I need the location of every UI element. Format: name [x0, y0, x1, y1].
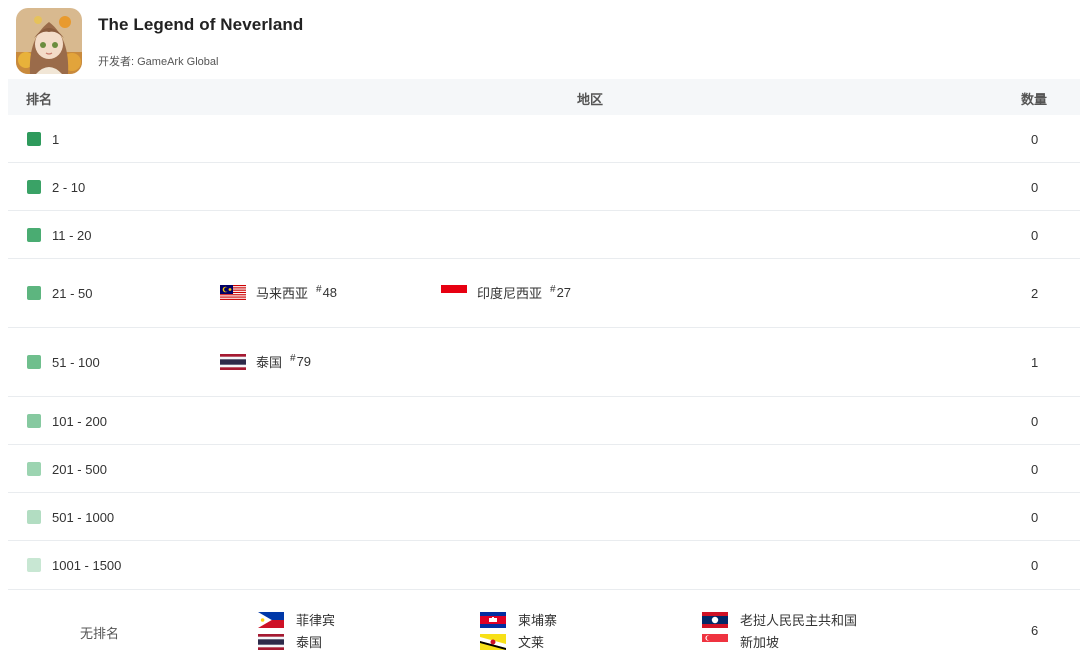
rank-label: 201 - 500: [52, 462, 107, 477]
cambodia-flag-icon: [480, 611, 506, 628]
brunei-flag-icon: [480, 633, 506, 650]
region-item-philippines[interactable]: 菲律宾: [258, 610, 335, 629]
column-header-rank: 排名: [26, 92, 53, 107]
developer-label: 开发者:: [98, 56, 135, 68]
laos-flag-icon: [702, 611, 728, 628]
region-name: 泰国: [256, 355, 283, 370]
row-count: 0: [1031, 132, 1039, 147]
region-name: 文莱: [518, 635, 545, 650]
row-count: 0: [1031, 558, 1039, 573]
thailand-flag-icon: [258, 633, 284, 650]
region-name: 菲律宾: [296, 613, 336, 628]
region-item-thailand[interactable]: 泰国 #79: [220, 352, 311, 371]
singapore-flag-icon: [702, 633, 728, 650]
unranked-row: 无排名 菲律宾 泰国 柬埔寨 文莱 老挝人民民主共和国 新加坡 6: [8, 590, 1080, 666]
row-count: 1: [1031, 355, 1039, 370]
rank-color-swatch: [27, 355, 41, 369]
region-rank-value: 27: [556, 285, 572, 300]
region-rank: #79: [290, 353, 312, 369]
app-header: The Legend of Neverland 开发者: GameArk Glo…: [0, 0, 1080, 80]
region-item-cambodia[interactable]: 柬埔寨: [480, 610, 557, 629]
table-row: 21 - 50 马来西亚 #48 印度尼西亚 #27 2: [8, 259, 1080, 328]
rank-color-swatch: [27, 132, 41, 146]
unranked-label: 无排名: [80, 626, 120, 641]
rank-label: 501 - 1000: [52, 510, 115, 525]
rank-label: 2 - 10: [52, 180, 86, 195]
table-header: 排名 地区 数量: [8, 79, 1080, 115]
app-icon[interactable]: [16, 8, 82, 74]
row-count: 0: [1031, 462, 1039, 477]
region-name: 柬埔寨: [518, 613, 558, 628]
row-count: 0: [1031, 414, 1039, 429]
column-header-region: 地区: [577, 92, 604, 107]
table-row: 1 0: [8, 115, 1080, 163]
row-count: 0: [1031, 510, 1039, 525]
indonesia-flag-icon: [441, 284, 467, 301]
developer-name[interactable]: GameArk Global: [137, 56, 218, 68]
region-rank-value: 48: [322, 285, 338, 300]
region-item-laos[interactable]: 老挝人民民主共和国: [702, 610, 857, 629]
app-title: The Legend of Neverland: [98, 15, 304, 34]
malaysia-flag-icon: [220, 284, 246, 301]
region-item-indonesia[interactable]: 印度尼西亚 #27: [441, 283, 571, 302]
region-item-thailand[interactable]: 泰国: [258, 632, 322, 651]
row-count: 0: [1031, 228, 1039, 243]
region-name: 泰国: [296, 635, 323, 650]
region-rank-value: 79: [296, 354, 312, 369]
region-name: 老挝人民民主共和国: [740, 613, 858, 628]
region-item-malaysia[interactable]: 马来西亚 #48: [220, 283, 337, 302]
table-row: 11 - 20 0: [8, 211, 1080, 259]
rank-color-swatch: [27, 180, 41, 194]
thailand-flag-icon: [220, 353, 246, 370]
philippines-flag-icon: [258, 611, 284, 628]
region-rank: #27: [550, 284, 572, 300]
rank-label: 51 - 100: [52, 355, 100, 370]
region-name: 印度尼西亚: [477, 286, 543, 301]
rank-color-swatch: [27, 510, 41, 524]
rank-color-swatch: [27, 462, 41, 476]
row-count: 0: [1031, 180, 1039, 195]
rank-color-swatch: [27, 286, 41, 300]
rank-label: 21 - 50: [52, 286, 93, 301]
region-item-brunei[interactable]: 文莱: [480, 632, 544, 651]
region-name: 马来西亚: [256, 286, 309, 301]
developer-line: 开发者: GameArk Global: [98, 53, 218, 69]
table-row: 201 - 500 0: [8, 445, 1080, 493]
row-count: 2: [1031, 286, 1039, 301]
table-row: 2 - 10 0: [8, 163, 1080, 211]
rank-label: 1001 - 1500: [52, 558, 122, 573]
table-row: 101 - 200 0: [8, 397, 1080, 445]
rank-color-swatch: [27, 558, 41, 572]
table-row: 1001 - 1500 0: [8, 541, 1080, 590]
column-header-count: 数量: [1021, 92, 1048, 107]
row-count: 6: [1031, 623, 1039, 638]
region-name: 新加坡: [740, 635, 780, 650]
rank-label: 11 - 20: [52, 228, 92, 243]
table-row: 51 - 100 泰国 #79 1: [8, 328, 1080, 397]
rank-label: 1: [52, 132, 60, 147]
rank-color-swatch: [27, 414, 41, 428]
region-rank: #48: [316, 284, 338, 300]
region-item-singapore[interactable]: 新加坡: [702, 632, 779, 651]
rank-label: 101 - 200: [52, 414, 107, 429]
table-row: 501 - 1000 0: [8, 493, 1080, 541]
rank-color-swatch: [27, 228, 41, 242]
